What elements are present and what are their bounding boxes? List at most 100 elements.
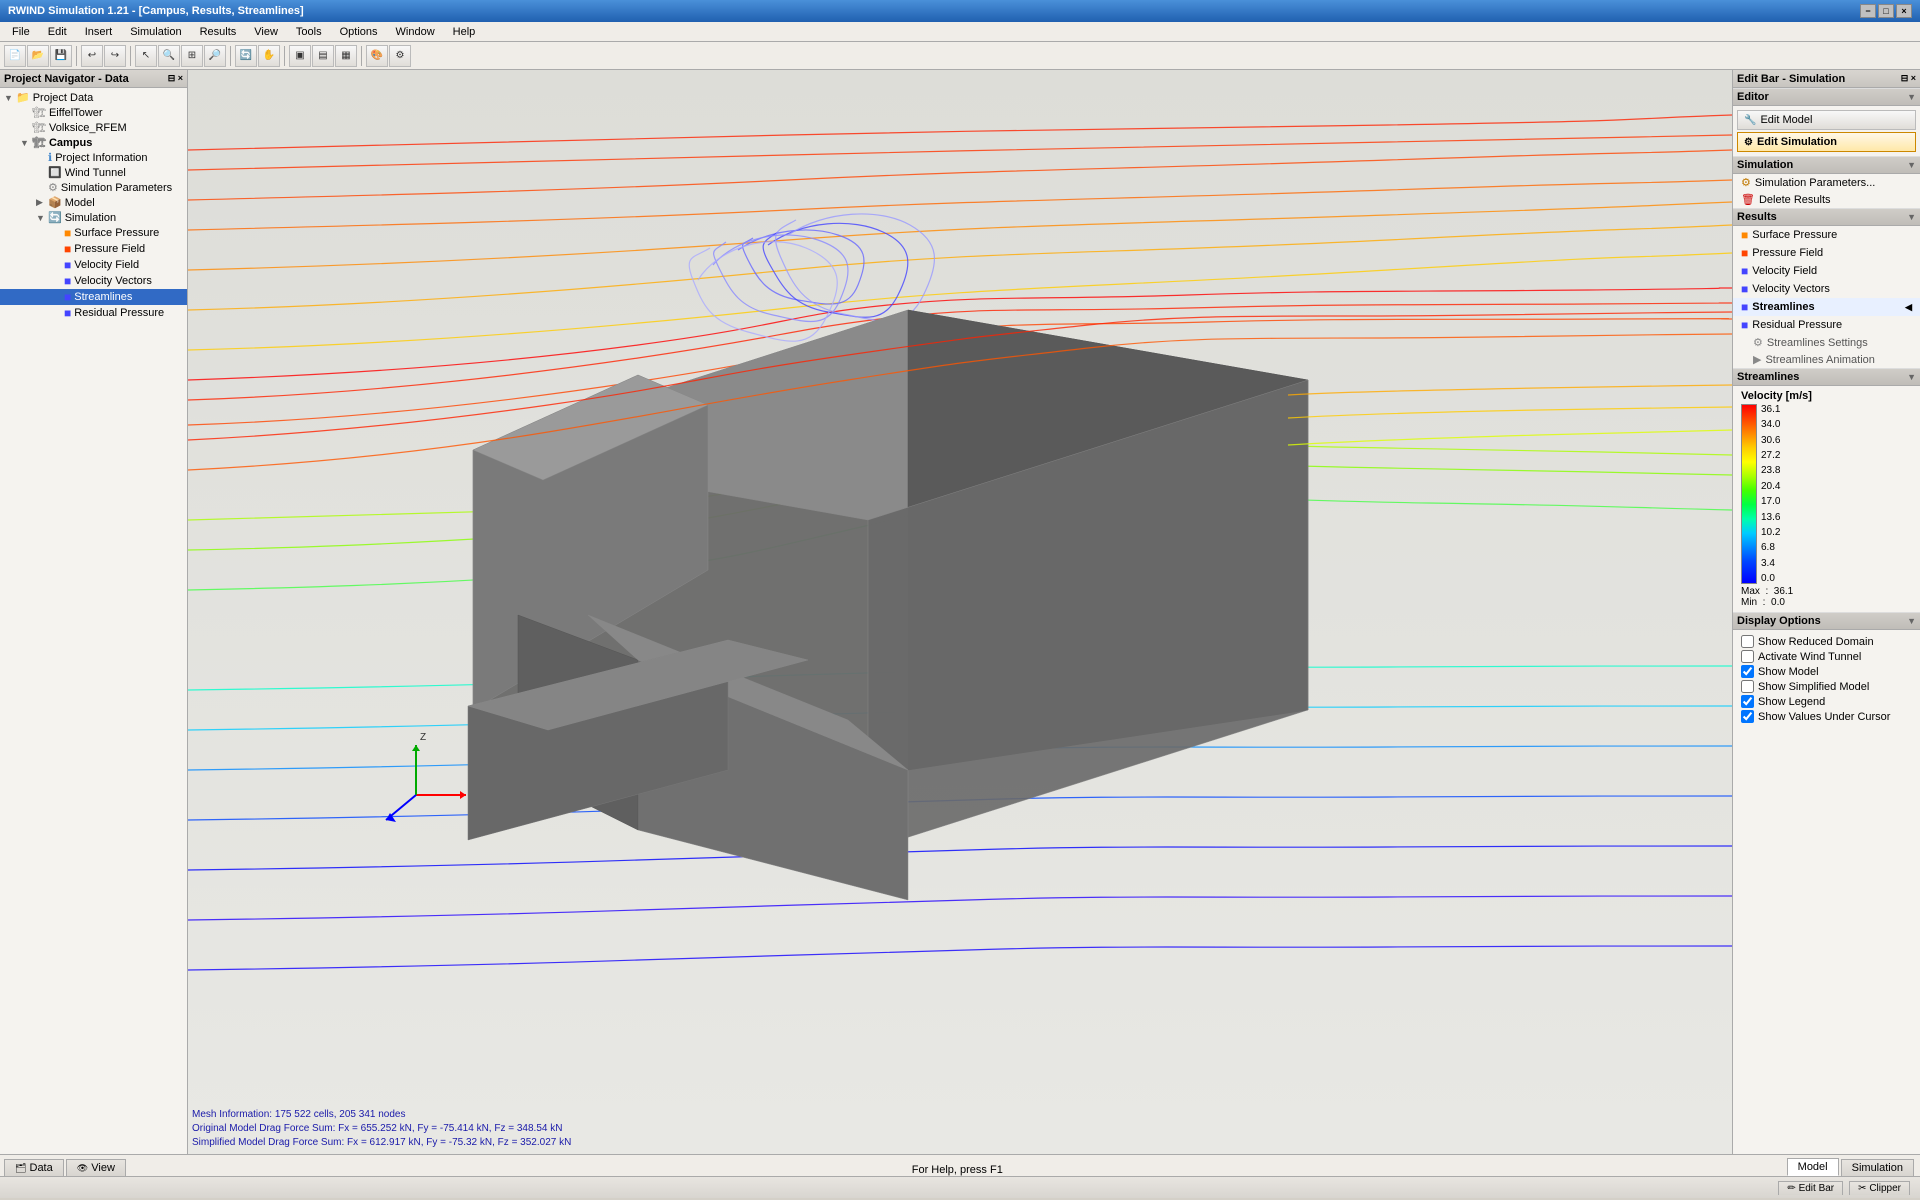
- close-button[interactable]: ×: [1896, 4, 1912, 18]
- sim-params-button[interactable]: ⚙ Simulation Parameters...: [1733, 174, 1920, 191]
- clipper-tab[interactable]: ✂ Clipper: [1849, 1181, 1910, 1195]
- right-panel-controls[interactable]: ⊟ ×: [1901, 73, 1916, 84]
- activate-wind-tunnel-opt[interactable]: Activate Wind Tunnel: [1741, 649, 1912, 664]
- menu-edit[interactable]: Edit: [40, 24, 75, 40]
- display-options-header[interactable]: Display Options ▼: [1733, 612, 1920, 630]
- show-model-cb[interactable]: [1741, 665, 1754, 678]
- left-panel-controls[interactable]: ⊟ ×: [168, 73, 183, 84]
- expand-icon: ▼: [4, 93, 16, 103]
- model-icon: 🏗: [32, 106, 46, 119]
- tree-eiffeltower[interactable]: 🏗 EiffelTower: [0, 105, 187, 120]
- toolbar-select[interactable]: ↖: [135, 45, 157, 67]
- title-bar-controls[interactable]: − □ ×: [1860, 4, 1912, 18]
- menu-tools[interactable]: Tools: [288, 24, 330, 40]
- result-surface-pressure[interactable]: ■ Surface Pressure: [1733, 226, 1920, 244]
- tab-model[interactable]: Model: [1787, 1158, 1839, 1176]
- tree-velocity-field[interactable]: ■ Velocity Field: [0, 257, 187, 273]
- results-section-header[interactable]: Results ▼: [1733, 208, 1920, 226]
- menu-insert[interactable]: Insert: [77, 24, 121, 40]
- show-legend-cb[interactable]: [1741, 695, 1754, 708]
- toolbar-save[interactable]: 💾: [50, 45, 72, 67]
- show-legend-opt[interactable]: Show Legend: [1741, 694, 1912, 709]
- legend-val-1: 34.0: [1761, 419, 1780, 430]
- menu-simulation[interactable]: Simulation: [122, 24, 189, 40]
- toolbar-view-front[interactable]: ▣: [289, 45, 311, 67]
- show-reduced-domain-cb[interactable]: [1741, 635, 1754, 648]
- tree-velocity-vectors[interactable]: ■ Velocity Vectors: [0, 273, 187, 289]
- status-bar: ✏ Edit Bar ✂ Clipper: [0, 1176, 1920, 1198]
- toolbar-rotate[interactable]: 🔄: [235, 45, 257, 67]
- menu-window[interactable]: Window: [388, 24, 443, 40]
- toolbar-zoom-all[interactable]: ⊞: [181, 45, 203, 67]
- show-model-opt[interactable]: Show Model: [1741, 664, 1912, 679]
- tb-sep-1: [76, 46, 77, 66]
- toolbar-open[interactable]: 📂: [27, 45, 49, 67]
- legend-title: Velocity [m/s]: [1741, 390, 1912, 402]
- activate-wind-tunnel-cb[interactable]: [1741, 650, 1754, 663]
- tree-project-data[interactable]: ▼ 📁 Project Data: [0, 90, 187, 105]
- streamlines-section-header[interactable]: Streamlines ▼: [1733, 368, 1920, 386]
- tree-sim-params[interactable]: ⚙ Simulation Parameters: [0, 180, 187, 195]
- tree-project-info[interactable]: ℹ Project Information: [0, 150, 187, 165]
- display-opts-arrow: ▼: [1907, 616, 1916, 626]
- res-press-label: Residual Pressure: [1752, 319, 1842, 331]
- tree-surface-pressure[interactable]: ■ Surface Pressure: [0, 225, 187, 241]
- toolbar-settings[interactable]: ⚙: [389, 45, 411, 67]
- viewport-bottom-info: Mesh Information: 175 522 cells, 205 341…: [192, 1108, 571, 1150]
- legend-val-2: 30.6: [1761, 435, 1780, 446]
- restore-button[interactable]: □: [1878, 4, 1894, 18]
- menu-results[interactable]: Results: [192, 24, 245, 40]
- edit-bar-tab[interactable]: ✏ Edit Bar: [1778, 1181, 1843, 1195]
- result-residual-pressure[interactable]: ■ Residual Pressure: [1733, 316, 1920, 334]
- tree-volksice[interactable]: 🏗 Volksice_RFEM: [0, 120, 187, 135]
- toolbar-undo[interactable]: ↩: [81, 45, 103, 67]
- tree-label: Wind Tunnel: [65, 167, 126, 179]
- show-values-cb[interactable]: [1741, 710, 1754, 723]
- edit-simulation-button[interactable]: ⚙ Edit Simulation: [1737, 132, 1916, 152]
- toolbar-pan[interactable]: ✋: [258, 45, 280, 67]
- tree-streamlines[interactable]: ■ Streamlines: [0, 289, 187, 305]
- anim-icon: ▶: [1753, 353, 1761, 366]
- toolbar-render[interactable]: 🎨: [366, 45, 388, 67]
- toolbar-redo[interactable]: ↪: [104, 45, 126, 67]
- tree-pressure-field[interactable]: ■ Pressure Field: [0, 241, 187, 257]
- tree-wind-tunnel[interactable]: 🔲 Wind Tunnel: [0, 165, 187, 180]
- menu-options[interactable]: Options: [332, 24, 386, 40]
- result-velocity-vectors[interactable]: ■ Velocity Vectors: [1733, 280, 1920, 298]
- result-velocity-field[interactable]: ■ Velocity Field: [1733, 262, 1920, 280]
- tab-view[interactable]: 👁 View: [66, 1159, 126, 1176]
- tree-simulation[interactable]: ▼ 🔄 Simulation: [0, 210, 187, 225]
- tree-label: Project Information: [55, 152, 147, 164]
- menu-view[interactable]: View: [246, 24, 286, 40]
- streamlines-animation-button[interactable]: ▶ Streamlines Animation: [1733, 351, 1920, 368]
- tab-data[interactable]: 🗂 Data: [4, 1159, 64, 1176]
- menu-file[interactable]: File: [4, 24, 38, 40]
- toolbar: 📄 📂 💾 ↩ ↪ ↖ 🔍 ⊞ 🔎 🔄 ✋ ▣ ▤ ▦ 🎨 ⚙: [0, 42, 1920, 70]
- result-streamlines[interactable]: ■ Streamlines ◀: [1733, 298, 1920, 316]
- delete-results-button[interactable]: 🗑 Delete Results: [1733, 191, 1920, 208]
- tree-residual-pressure[interactable]: ■ Residual Pressure: [0, 305, 187, 321]
- show-simplified-model-cb[interactable]: [1741, 680, 1754, 693]
- toolbar-view-3d[interactable]: ▦: [335, 45, 357, 67]
- viewport[interactable]: Wind Tunnel Dimensions: Dx = 599.915 m, …: [188, 70, 1732, 1154]
- toolbar-view-top[interactable]: ▤: [312, 45, 334, 67]
- streamlines-settings-button[interactable]: ⚙ Streamlines Settings: [1733, 334, 1920, 351]
- show-reduced-domain-opt[interactable]: Show Reduced Domain: [1741, 634, 1912, 649]
- bottom-tabs: 🗂 Data 👁 View For Help, press F1 Model S…: [0, 1154, 1920, 1176]
- result-pressure-field[interactable]: ■ Pressure Field: [1733, 244, 1920, 262]
- view-tab-icon: 👁: [77, 1163, 88, 1173]
- show-values-under-cursor-opt[interactable]: Show Values Under Cursor: [1741, 709, 1912, 724]
- editor-section-header[interactable]: Editor ▼: [1733, 88, 1920, 106]
- tab-simulation[interactable]: Simulation: [1841, 1159, 1914, 1176]
- display-options-label: Display Options: [1737, 615, 1821, 627]
- toolbar-new[interactable]: 📄: [4, 45, 26, 67]
- tree-model[interactable]: ▶ 📦 Model: [0, 195, 187, 210]
- show-simplified-model-opt[interactable]: Show Simplified Model: [1741, 679, 1912, 694]
- tree-campus[interactable]: ▼ 🏗 Campus: [0, 135, 187, 150]
- simulation-section-header[interactable]: Simulation ▼: [1733, 156, 1920, 174]
- menu-help[interactable]: Help: [445, 24, 484, 40]
- edit-model-button[interactable]: 🔧 Edit Model: [1737, 110, 1916, 130]
- toolbar-zoom-in[interactable]: 🔍: [158, 45, 180, 67]
- toolbar-zoom-out[interactable]: 🔎: [204, 45, 226, 67]
- minimize-button[interactable]: −: [1860, 4, 1876, 18]
